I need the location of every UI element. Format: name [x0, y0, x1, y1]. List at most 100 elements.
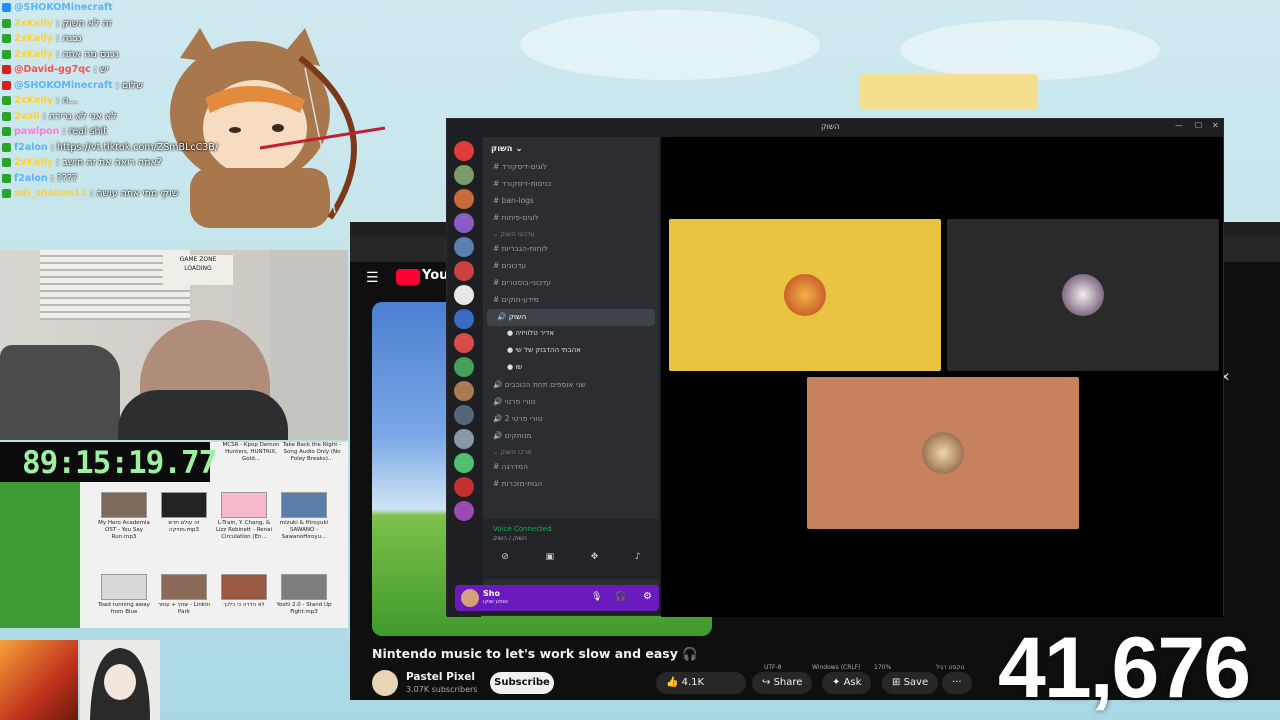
playlist-item[interactable]: Yoshi 2.0 - Stand Up Fight.mp3 [274, 574, 334, 616]
channel-name: מרכז השוק [500, 448, 532, 456]
server-icon[interactable] [454, 501, 474, 521]
channel-item[interactable]: 🔊 טורי פרטי 2 [483, 411, 659, 428]
server-icon[interactable] [454, 237, 474, 257]
server-icon[interactable] [454, 381, 474, 401]
channel-item[interactable]: # המדרגה [483, 459, 659, 476]
channel-item[interactable]: 🔊 מנותקים [483, 428, 659, 445]
channel-item[interactable]: 🔊 השוק [487, 309, 655, 326]
menu-icon[interactable]: ☰ [366, 270, 379, 286]
server-icon[interactable] [454, 165, 474, 185]
youtube-logo-icon[interactable] [396, 269, 420, 285]
chat-message: 2xKelly: נכנס מה אתה [0, 47, 360, 63]
channel-item[interactable]: # ban-logs [483, 193, 659, 210]
chat-text: : שלום [115, 79, 143, 91]
channel-item[interactable]: 🔊 שני אוספים תחת הכוכבים [483, 377, 659, 394]
close-icon[interactable]: ✕ [1212, 121, 1219, 130]
chat-message: 2vall: לא אני לא גרירה [0, 109, 360, 125]
server-icon[interactable] [454, 309, 474, 329]
playlist-top-item[interactable]: Take Back the Night - Song Audio Only (N… [282, 442, 342, 463]
share-button[interactable]: ↪ Share [752, 672, 813, 694]
webcam-feed: GAME ZONE LOADING [0, 250, 348, 440]
channel-name: המדרגה [501, 462, 528, 471]
server-icon[interactable] [454, 357, 474, 377]
channel-name: מידע-חוקים [501, 295, 539, 304]
channel-item[interactable]: 🔊 טורי פרטי [483, 394, 659, 411]
chat-text: : אתה רואה את זה חושב? [56, 157, 162, 169]
channel-item[interactable]: # כניסות-דיסקורד [483, 176, 659, 193]
server-icon[interactable] [454, 213, 474, 233]
channel-name[interactable]: Pastel Pixel [406, 671, 475, 683]
channel-name: עדכונים [501, 261, 527, 270]
activities-icon[interactable]: ✥ [591, 552, 599, 562]
ask-button[interactable]: ✦ Ask [822, 672, 872, 694]
speedrun-timer: 89:15:19.77 [0, 442, 217, 482]
channel-category[interactable]: ⌄ עדכוני השוק [483, 227, 659, 241]
chat-message: 2xKelly: ה... [0, 93, 360, 109]
channel-item[interactable]: # לוחות-הגבריות [483, 241, 659, 258]
playlist-item-title: Take Back the Night - Song Audio Only (N… [282, 442, 342, 462]
webcam-person-shirt [118, 390, 288, 440]
playlist-item[interactable]: Toad running away from Blue [94, 574, 154, 616]
server-icon[interactable] [454, 141, 474, 161]
discord-window-title: השוק [821, 122, 840, 131]
chat-username: @SHOKOMinecraft [14, 79, 113, 91]
channel-item[interactable]: # עדכוני-בוסטרים [483, 275, 659, 292]
voice-channel-path[interactable]: השוק / השוק [483, 533, 659, 544]
status-zoom: 170% [874, 664, 892, 671]
server-icon[interactable] [454, 429, 474, 449]
channel-item[interactable]: # לוגים-דיסקורד [483, 159, 659, 176]
playlist-item[interactable]: mizuki & Hiroyuki SAWANO - SawanoHiroyu.… [274, 492, 334, 541]
minimize-icon[interactable]: — [1175, 121, 1183, 130]
participant-tile[interactable] [947, 219, 1219, 371]
participant-tile[interactable] [807, 377, 1079, 529]
hash-icon: # [493, 479, 502, 488]
server-icon[interactable] [454, 261, 474, 281]
channel-category[interactable]: ⌄ מרכז השוק [483, 445, 659, 459]
playlist-item[interactable]: לא הדרה כי כלכך [214, 574, 274, 609]
screen-share-icon[interactable]: ▣ [546, 552, 555, 562]
background-cloud [900, 20, 1160, 80]
speaker-icon: 🔊 [493, 414, 505, 423]
stream-chat: @SHOKOMinecraft 2xKelly: זה לא השוק 2xKell… [0, 0, 360, 202]
server-icon[interactable] [454, 333, 474, 353]
voice-member[interactable]: ● אדיר טלוויזיה [483, 326, 659, 343]
hash-icon: # [493, 179, 502, 188]
hash-icon: # [493, 462, 502, 471]
more-button[interactable]: ··· [942, 672, 972, 694]
playlist-item[interactable]: שוקי + עומר - Linkin Park [154, 574, 214, 616]
playlist-item[interactable]: זה עולם חדש מוזיקה.mp3 [154, 492, 214, 534]
voice-member[interactable]: ● אהבתי ההדבוק של שי [483, 343, 659, 360]
microphone-icon[interactable]: 🎙 [591, 592, 602, 602]
server-icon[interactable] [454, 453, 474, 473]
playlist-item-title: לא הדרה כי כלכך [223, 602, 265, 608]
hash-icon: # [493, 278, 502, 287]
playlist-item[interactable]: My Hero Academia OST - You Say Run.mp3 [94, 492, 154, 541]
channel-item[interactable]: # לוגים-פיתוח [483, 210, 659, 227]
participant-tile[interactable] [669, 219, 941, 371]
voice-member[interactable]: ● שו [483, 360, 659, 377]
server-icon[interactable] [454, 189, 474, 209]
voice-panel: Voice Connected השוק / השוק ⊘ ▣ ✥ ♪ [483, 519, 659, 579]
server-icon[interactable] [454, 477, 474, 497]
channel-name: אהבתי ההדבוק של שי [515, 346, 581, 354]
camera-off-icon[interactable]: ⊘ [501, 552, 509, 562]
soundboard-icon[interactable]: ♪ [635, 552, 641, 562]
gear-icon[interactable]: ⚙ [643, 591, 652, 602]
channel-avatar[interactable] [372, 670, 398, 696]
channel-item[interactable]: # הגות-מזכרות [483, 476, 659, 493]
server-icon[interactable] [454, 285, 474, 305]
channel-item[interactable]: # מידע-חוקים [483, 292, 659, 309]
maximize-icon[interactable]: ☐ [1195, 121, 1202, 130]
server-name-header[interactable]: השוק ⌄ [483, 137, 659, 159]
playlist-item[interactable]: L-Train, Y. Chang, & Lizz Robinett - Ren… [214, 492, 274, 541]
playlist-top-item[interactable]: MCSR - Kpop Demon Hunters, HUNTRIX, Gold… [222, 442, 280, 463]
server-icon[interactable] [454, 405, 474, 425]
like-button[interactable]: 👍 4.1K [656, 672, 746, 694]
subscribe-button[interactable]: Subscribe [490, 672, 554, 694]
user-panel[interactable]: Sho שומע שוקו 🎙 🎧 ⚙ [455, 585, 659, 611]
headphones-icon[interactable]: 🎧 [615, 592, 626, 602]
save-button[interactable]: ⊞ Save [882, 672, 939, 694]
avatar[interactable] [461, 589, 479, 607]
channel-item[interactable]: # עדכונים [483, 258, 659, 275]
chat-username: pawlpon [14, 126, 60, 138]
